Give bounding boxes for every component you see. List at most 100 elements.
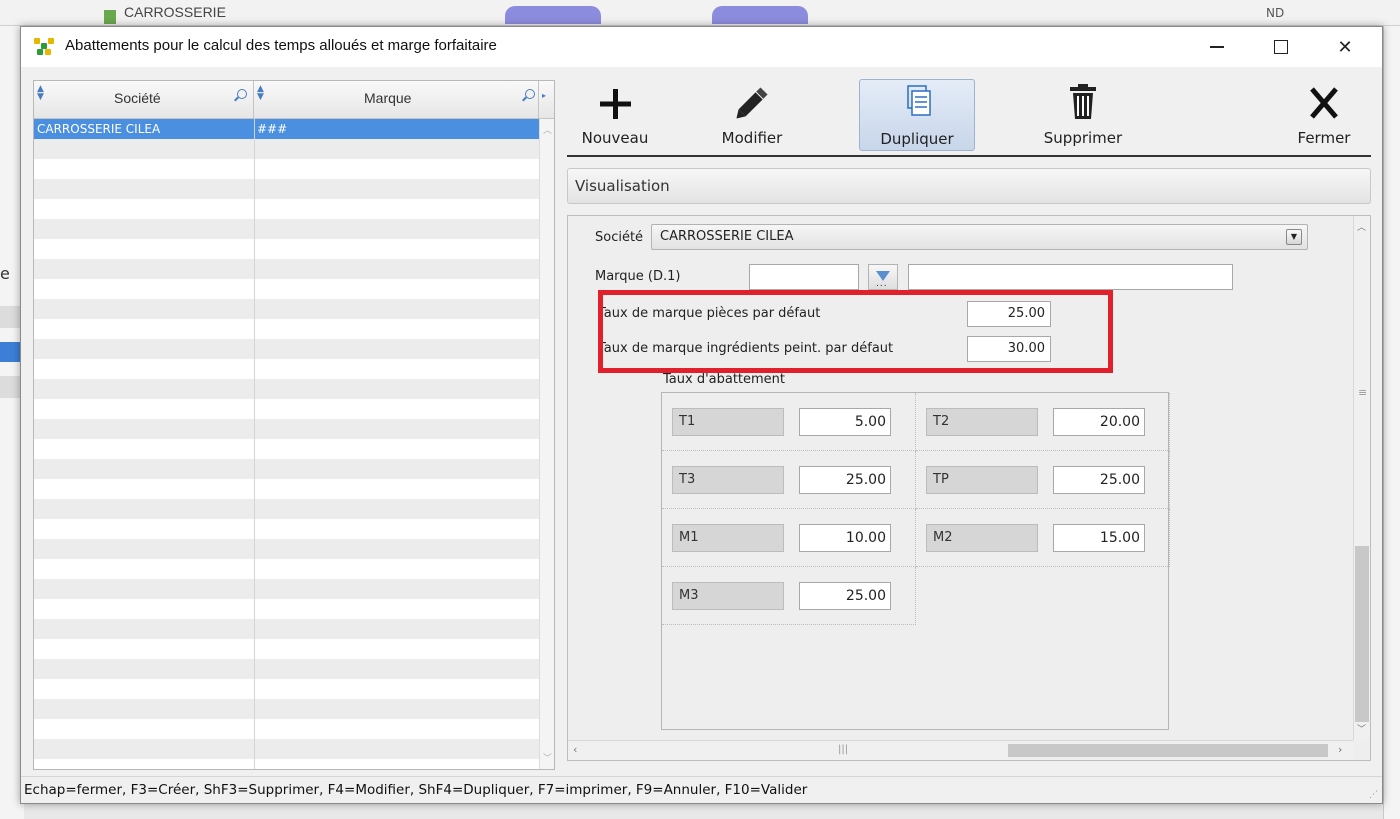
table-row[interactable]	[34, 399, 539, 419]
table-row[interactable]	[34, 759, 539, 769]
sort-icon[interactable]: ▲ ▼	[257, 85, 264, 102]
cell-societe	[34, 599, 254, 619]
scroll-down-icon[interactable]: ﹀	[1357, 722, 1366, 735]
table-row[interactable]	[34, 179, 539, 199]
modifier-button[interactable]: Modifier	[697, 79, 807, 151]
abattement-value-input[interactable]: 15.00	[1053, 524, 1145, 552]
table-row[interactable]	[34, 459, 539, 479]
abattement-value-input[interactable]: 20.00	[1053, 408, 1145, 436]
table-row[interactable]	[34, 539, 539, 559]
abattement-value-input[interactable]: 5.00	[799, 408, 891, 436]
marque-label: Marque (D.1)	[595, 269, 681, 284]
table-row[interactable]	[34, 219, 539, 239]
table-row[interactable]	[34, 659, 539, 679]
scroll-thumb[interactable]	[1008, 744, 1328, 757]
cell-societe	[34, 159, 254, 179]
table-row[interactable]	[34, 319, 539, 339]
table-row[interactable]	[34, 679, 539, 699]
marque-code-input[interactable]	[749, 264, 859, 290]
table-row[interactable]	[34, 419, 539, 439]
table-row[interactable]	[34, 299, 539, 319]
table-row[interactable]	[34, 519, 539, 539]
marque-name-input[interactable]	[908, 264, 1233, 290]
abattement-value-input[interactable]: 25.00	[799, 466, 891, 494]
table-row[interactable]	[34, 599, 539, 619]
cell-marque	[254, 379, 539, 399]
abattement-cell: T3 25.00	[662, 451, 916, 509]
cell-marque	[254, 679, 539, 699]
scroll-left-icon[interactable]: ‹	[573, 743, 577, 756]
dupliquer-button[interactable]: Dupliquer	[859, 79, 975, 151]
trash-icon	[1070, 84, 1096, 119]
abattement-code: T3	[672, 466, 784, 494]
cell-societe	[34, 399, 254, 419]
highlight-annotation	[598, 290, 1113, 373]
abattement-code: T1	[672, 408, 784, 436]
table-row[interactable]	[34, 379, 539, 399]
table-row[interactable]	[34, 259, 539, 279]
sort-icon[interactable]: ▲ ▼	[37, 85, 44, 102]
scroll-grip-icon: |||	[838, 744, 849, 755]
abattement-value-input[interactable]: 25.00	[1053, 466, 1145, 494]
supprimer-label: Supprimer	[1043, 129, 1123, 147]
cell-marque	[254, 719, 539, 739]
column-chooser[interactable]: ▸	[539, 81, 554, 119]
abattement-value-input[interactable]: 10.00	[799, 524, 891, 552]
fermer-button[interactable]: Fermer	[1279, 79, 1369, 151]
cell-societe	[34, 619, 254, 639]
panel-vertical-scrollbar[interactable]: ︿ ≡ ﹀	[1353, 216, 1370, 740]
table-row[interactable]	[34, 579, 539, 599]
background-app-header: CARROSSERIE ND	[0, 0, 1400, 26]
table-row[interactable]	[34, 159, 539, 179]
cell-societe	[34, 459, 254, 479]
table-row[interactable]: CARROSSERIE CILEA ###	[34, 119, 539, 139]
background-tab	[712, 6, 808, 24]
table-row[interactable]	[34, 359, 539, 379]
abattement-code: M2	[926, 524, 1038, 552]
close-window-button[interactable]: ✕	[1322, 27, 1368, 67]
table-row[interactable]	[34, 199, 539, 219]
table-row[interactable]	[34, 699, 539, 719]
societe-select[interactable]: CARROSSERIE CILEA ▼	[651, 224, 1308, 250]
dropdown-arrow-icon[interactable]: ▼	[1286, 229, 1302, 245]
cell-societe	[34, 419, 254, 439]
visualisation-panel: Société CARROSSERIE CILEA ▼ Marque (D.1)…	[567, 215, 1371, 761]
cell-marque	[254, 139, 539, 159]
scroll-thumb[interactable]	[1355, 546, 1369, 722]
societe-marque-grid: ▲ ▼ Société ▲ ▼ Marque ▸ CARROSSERIE CILEA…	[33, 80, 555, 770]
resize-grip-icon[interactable]: ⋰	[1369, 790, 1378, 800]
abattement-code: M3	[672, 582, 784, 610]
table-row[interactable]	[34, 239, 539, 259]
table-row[interactable]	[34, 339, 539, 359]
minimize-icon	[1210, 46, 1224, 48]
table-row[interactable]	[34, 559, 539, 579]
marque-filter-button[interactable]: ...	[868, 264, 898, 290]
scroll-down-icon[interactable]: ﹀	[543, 751, 552, 764]
scroll-up-icon[interactable]: ︿	[543, 123, 552, 136]
table-row[interactable]	[34, 439, 539, 459]
maximize-button[interactable]	[1258, 27, 1304, 67]
column-header-marque[interactable]: ▲ ▼ Marque	[254, 81, 539, 119]
supprimer-button[interactable]: Supprimer	[1023, 79, 1143, 151]
abattement-value-input[interactable]: 25.00	[799, 582, 891, 610]
table-row[interactable]	[34, 279, 539, 299]
table-row[interactable]	[34, 479, 539, 499]
search-icon[interactable]	[234, 89, 248, 103]
search-icon[interactable]	[522, 89, 536, 103]
grid-vertical-scrollbar[interactable]: ︿ ﹀	[539, 119, 554, 769]
grid-header: ▲ ▼ Société ▲ ▼ Marque ▸	[34, 81, 554, 119]
nouveau-button[interactable]: Nouveau	[567, 79, 663, 151]
table-row[interactable]	[34, 739, 539, 759]
background-right-strip	[1383, 26, 1400, 819]
table-row[interactable]	[34, 719, 539, 739]
panel-horizontal-scrollbar[interactable]: ‹ ||| ›	[568, 740, 1353, 760]
scroll-up-icon[interactable]: ︿	[1357, 220, 1366, 233]
table-row[interactable]	[34, 139, 539, 159]
cell-marque	[254, 539, 539, 559]
column-header-societe[interactable]: ▲ ▼ Société	[34, 81, 254, 119]
scroll-right-icon[interactable]: ›	[1338, 743, 1342, 756]
table-row[interactable]	[34, 639, 539, 659]
table-row[interactable]	[34, 619, 539, 639]
minimize-button[interactable]	[1194, 27, 1240, 67]
table-row[interactable]	[34, 499, 539, 519]
